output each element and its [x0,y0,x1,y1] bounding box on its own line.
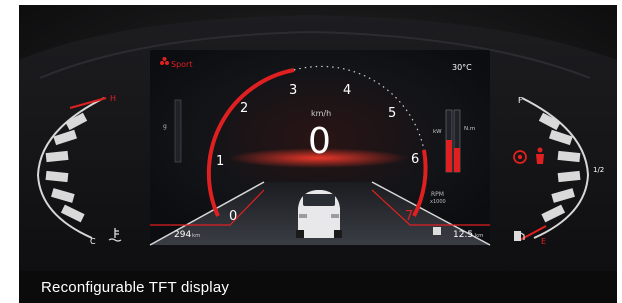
speed-unit: km/h [311,109,331,118]
rpm-tick-7: 7 [405,209,413,224]
temp-high-label: H [110,94,116,103]
range-left-value: 294 [174,230,191,240]
temp-low-label: C [90,237,96,246]
drive-mode-label: Sport [171,60,192,69]
outside-temperature: 30°C [452,63,472,72]
rpm-tick-3: 3 [289,83,297,98]
fuel-full-label: F [518,96,523,105]
range-left-unit: km [192,233,201,239]
power-label: kW [433,129,442,135]
rpm-tick-4: 4 [343,83,351,98]
rpm-multiplier: x1000 [430,199,446,205]
instrument-cluster-photo: H C F 1/2 E 0123 4567 Sport 30°C g kW N.… [0,0,622,303]
speed-value: 0 [308,121,331,162]
rpm-tick-2: 2 [240,101,248,116]
left-bar-label: g [163,123,167,130]
torque-label: N.m [464,126,475,132]
rpm-tick-0: 0 [229,209,237,224]
trip-icon [433,227,441,235]
range-right-unit: km [475,233,484,239]
caption-bar: Reconfigurable TFT display [19,271,617,303]
rpm-tick-6: 6 [411,152,419,167]
fuel-half-label: 1/2 [593,166,604,174]
caption-text: Reconfigurable TFT display [41,279,230,296]
fuel-empty-label: E [541,237,546,246]
rpm-tick-5: 5 [388,106,396,121]
photo-frame: H C F 1/2 E 0 1 2 3 4 5 6 7 Sport 30°C g… [0,0,622,303]
range-right-value: 12.5 [453,230,473,240]
rpm-tick-1: 1 [216,154,224,169]
vehicle-icon [296,190,342,238]
rpm-label: RPM [431,191,444,198]
